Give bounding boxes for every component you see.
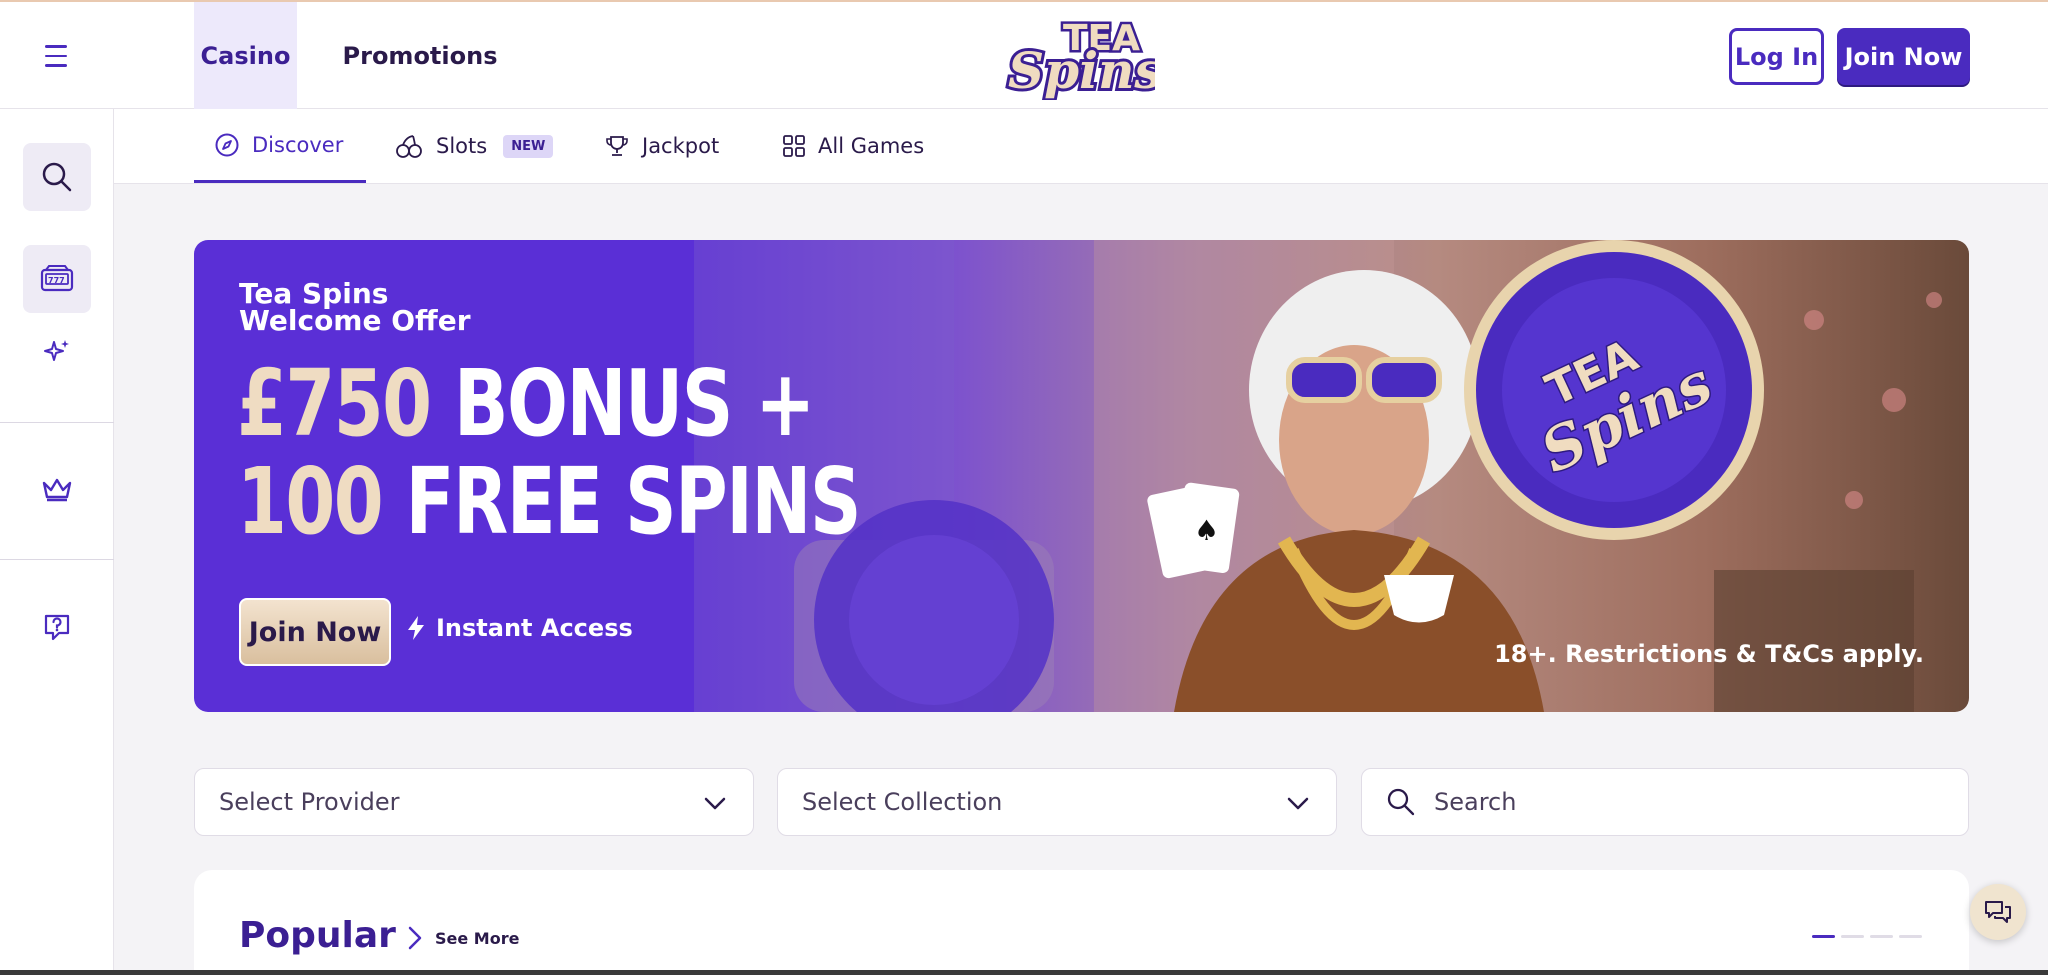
tab-slots[interactable]: Slots NEW: [394, 109, 554, 183]
carousel-indicator: [1812, 935, 1922, 938]
cherries-icon: [396, 135, 422, 158]
sidebar-divider: [0, 559, 114, 560]
svg-text:♠: ♠: [1194, 514, 1219, 547]
popular-section: Popular See More: [194, 870, 1969, 975]
select-provider-label: Select Provider: [219, 788, 400, 816]
tab-discover[interactable]: Discover: [194, 109, 366, 183]
section-title: Popular: [239, 915, 396, 956]
see-more-label: See More: [435, 928, 520, 948]
top-header: Casino Promotions TEA Spins Log In Join …: [0, 0, 2048, 109]
banner-join-now-button[interactable]: Join Now: [239, 598, 391, 666]
tab-slots-label: Slots: [436, 134, 488, 158]
join-now-button[interactable]: Join Now: [1837, 28, 1970, 85]
game-search-field[interactable]: Search: [1361, 768, 1969, 836]
tab-casino[interactable]: Casino: [194, 2, 297, 109]
search-placeholder: Search: [1434, 788, 1517, 816]
grid-icon: [783, 135, 805, 157]
select-collection-label: Select Collection: [802, 788, 1003, 816]
banner-title-line1: Tea Spins: [239, 277, 389, 310]
login-button[interactable]: Log In: [1729, 28, 1824, 85]
bonus-headline: £750 BONUS + 100 FREE SPINS: [237, 355, 862, 551]
carousel-dot-3[interactable]: [1870, 935, 1893, 938]
select-collection-dropdown[interactable]: Select Collection: [777, 768, 1337, 836]
chevron-down-icon: [1287, 797, 1309, 810]
hamburger-menu-icon[interactable]: [36, 38, 76, 74]
left-sidebar: 777: [0, 109, 114, 975]
bottom-edge: [0, 970, 2048, 975]
instant-access: Instant Access: [406, 614, 633, 642]
sidebar-vip-button[interactable]: [23, 455, 91, 523]
search-icon: [42, 162, 72, 192]
tab-discover-label: Discover: [252, 132, 344, 157]
see-more-link[interactable]: See More: [407, 925, 519, 951]
sub-navigation: Discover Slots NEW Jackpot All Games: [114, 109, 2048, 184]
logo-line2: Spins: [1008, 41, 1155, 100]
help-icon: [44, 614, 70, 641]
sidebar-search-button[interactable]: [23, 143, 91, 211]
instant-access-label: Instant Access: [436, 614, 633, 642]
banner-title: Tea Spins Welcome Offer: [239, 277, 471, 337]
new-badge: NEW: [503, 134, 554, 158]
tab-promotions[interactable]: Promotions: [340, 2, 500, 109]
free-spins-count: 100: [237, 448, 384, 555]
crown-icon: [42, 478, 72, 502]
sidebar-help-button[interactable]: [23, 593, 91, 661]
free-spins-text: FREE SPINS: [382, 448, 862, 555]
sidebar-divider: [0, 422, 114, 423]
tab-jackpot[interactable]: Jackpot: [604, 109, 719, 183]
tea-spins-logo[interactable]: TEA Spins: [1005, 12, 1155, 101]
carousel-dot-2[interactable]: [1841, 935, 1864, 938]
bonus-amount: £750: [237, 350, 432, 457]
chevron-down-icon: [704, 797, 726, 810]
tab-all-games[interactable]: All Games: [782, 109, 924, 183]
trophy-icon: [606, 136, 628, 156]
svg-text:777: 777: [48, 276, 65, 285]
banner-title-line2: Welcome Offer: [239, 304, 471, 337]
lightning-icon: [408, 616, 424, 640]
banner-terms: 18+. Restrictions & T&Cs apply.: [1494, 640, 1924, 668]
chevron-right-icon: [408, 926, 422, 950]
search-icon: [1387, 788, 1415, 816]
bonus-text: BONUS +: [430, 350, 815, 457]
select-provider-dropdown[interactable]: Select Provider: [194, 768, 754, 836]
carousel-dot-4[interactable]: [1899, 935, 1922, 938]
welcome-offer-banner[interactable]: ♠ TEA Spins Tea Spins Welcome Offer £750…: [194, 240, 1969, 712]
tab-all-games-label: All Games: [818, 134, 925, 158]
slot-machine-icon: 777: [40, 265, 74, 292]
chat-icon: [1985, 901, 2011, 923]
sparkles-icon: [44, 340, 69, 361]
sidebar-casino-button[interactable]: 777: [23, 245, 91, 313]
tab-jackpot-label: Jackpot: [642, 134, 720, 158]
carousel-dot-1[interactable]: [1812, 935, 1835, 938]
compass-icon: [215, 133, 239, 156]
sidebar-new-button[interactable]: [23, 318, 91, 386]
chat-support-button[interactable]: [1970, 884, 2026, 940]
